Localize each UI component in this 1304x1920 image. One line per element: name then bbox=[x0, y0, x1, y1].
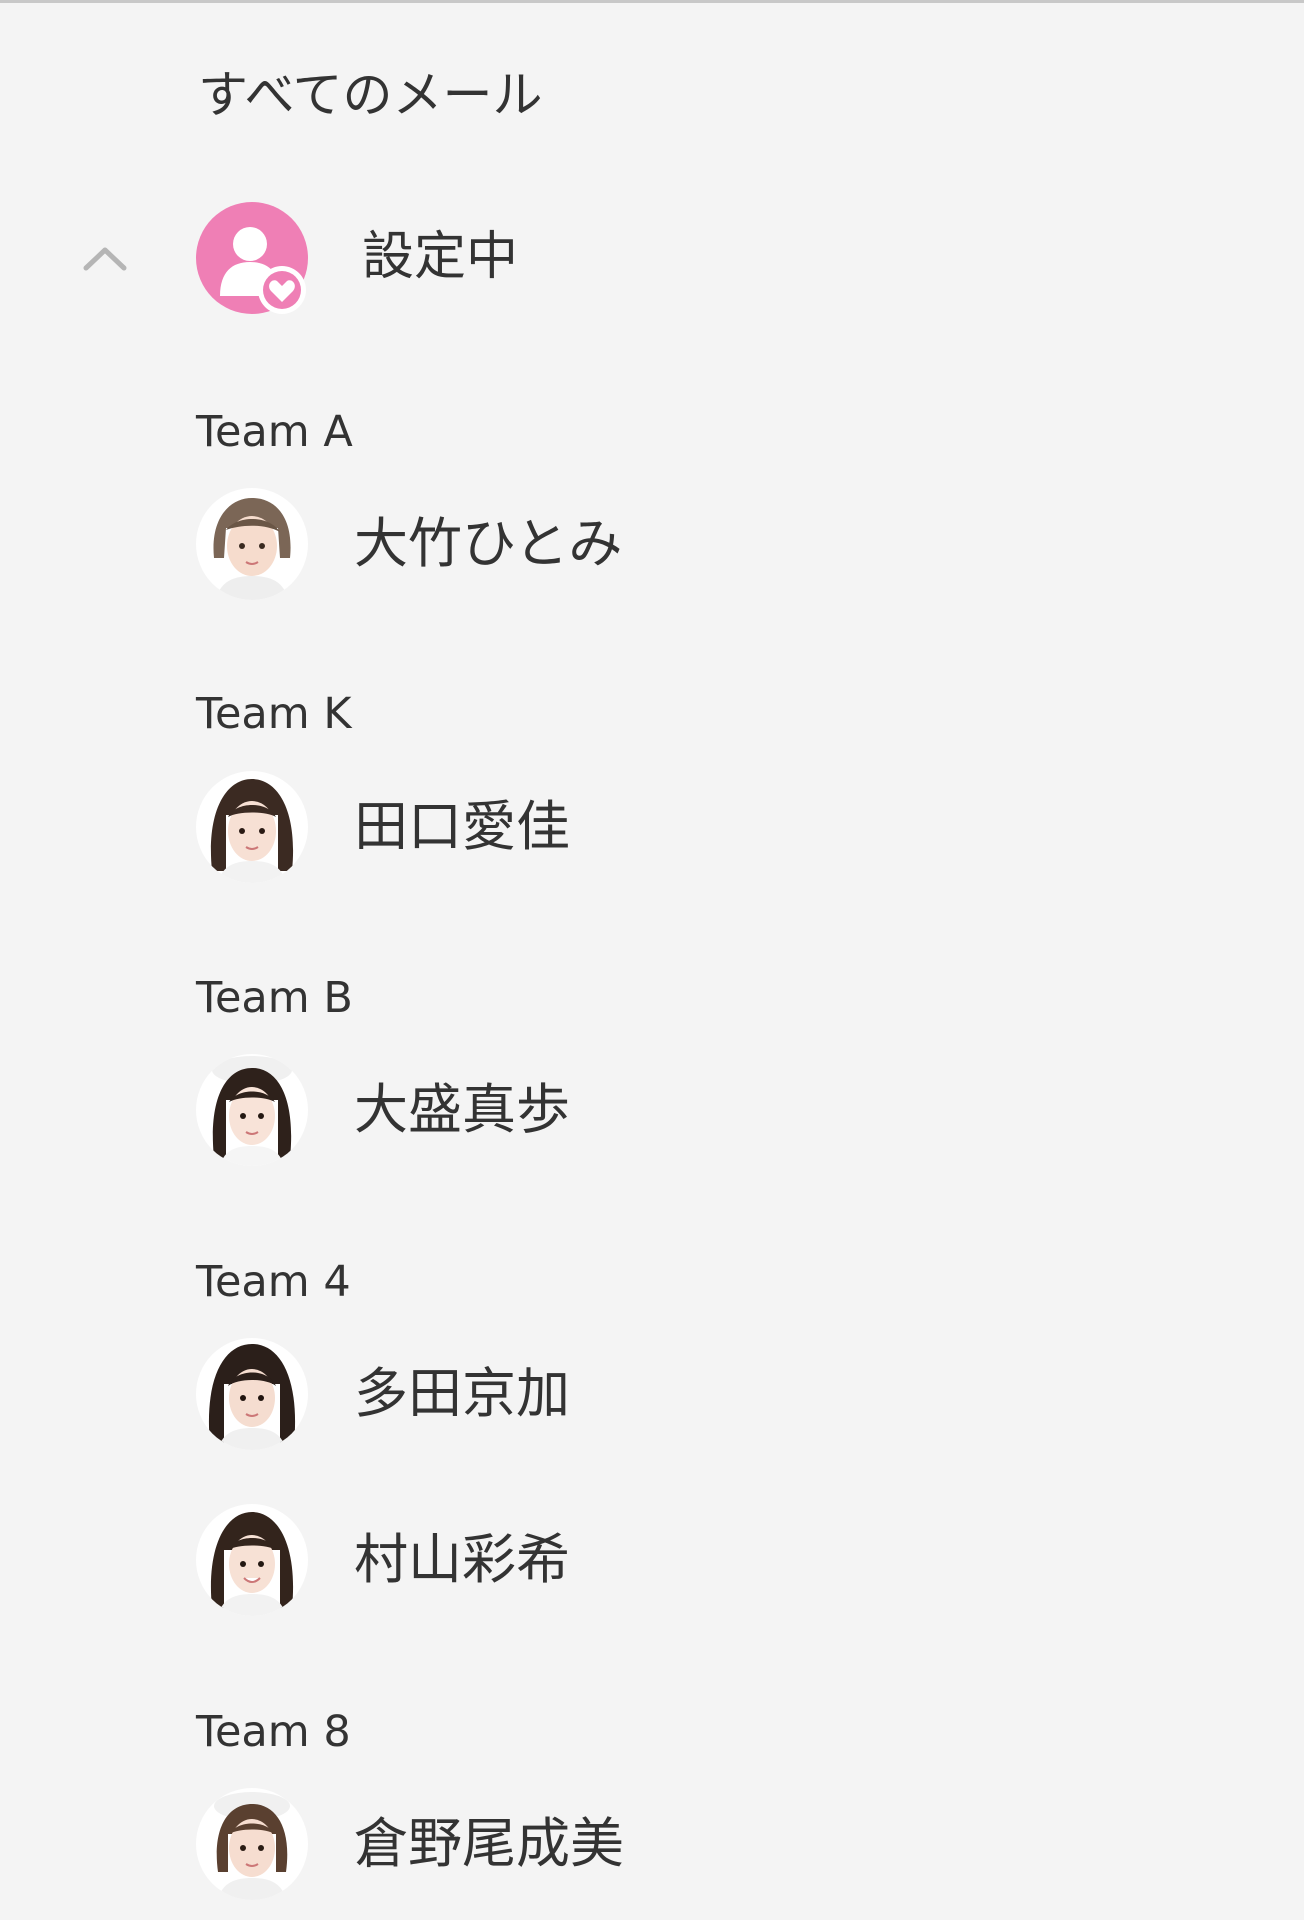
subscribed-label: 設定中 bbox=[362, 227, 519, 287]
member-avatar bbox=[196, 1788, 308, 1900]
team-heading: Team 8 bbox=[196, 1707, 351, 1757]
member-name: 倉野尾成美 bbox=[354, 1812, 624, 1875]
member-item[interactable]: 村山彩希 bbox=[0, 1500, 1304, 1620]
member-item[interactable]: 大竹ひとみ bbox=[0, 484, 1304, 604]
member-avatar bbox=[196, 488, 308, 600]
team-heading: Team 4 bbox=[196, 1257, 351, 1307]
member-avatar bbox=[196, 1054, 308, 1166]
team-heading: Team A bbox=[196, 407, 353, 457]
chevron-up-icon[interactable] bbox=[80, 238, 130, 278]
subscribed-section-header[interactable]: 設定中 bbox=[0, 200, 1304, 320]
member-name: 田口愛佳 bbox=[354, 795, 570, 858]
team-heading: Team K bbox=[196, 689, 352, 739]
all-mail-item[interactable]: すべてのメール bbox=[198, 60, 543, 130]
member-name: 大盛真歩 bbox=[354, 1078, 570, 1141]
person-heart-icon bbox=[196, 202, 308, 314]
member-avatar bbox=[196, 1338, 308, 1450]
member-item[interactable]: 倉野尾成美 bbox=[0, 1784, 1304, 1904]
top-divider bbox=[0, 0, 1304, 3]
team-heading: Team B bbox=[196, 973, 353, 1023]
member-name: 多田京加 bbox=[354, 1362, 570, 1425]
member-avatar bbox=[196, 1504, 308, 1616]
member-name: 村山彩希 bbox=[354, 1528, 570, 1591]
member-avatar bbox=[196, 771, 308, 883]
member-item[interactable]: 田口愛佳 bbox=[0, 767, 1304, 887]
member-name: 大竹ひとみ bbox=[354, 512, 623, 575]
member-item[interactable]: 多田京加 bbox=[0, 1334, 1304, 1454]
member-item[interactable]: 大盛真歩 bbox=[0, 1050, 1304, 1170]
